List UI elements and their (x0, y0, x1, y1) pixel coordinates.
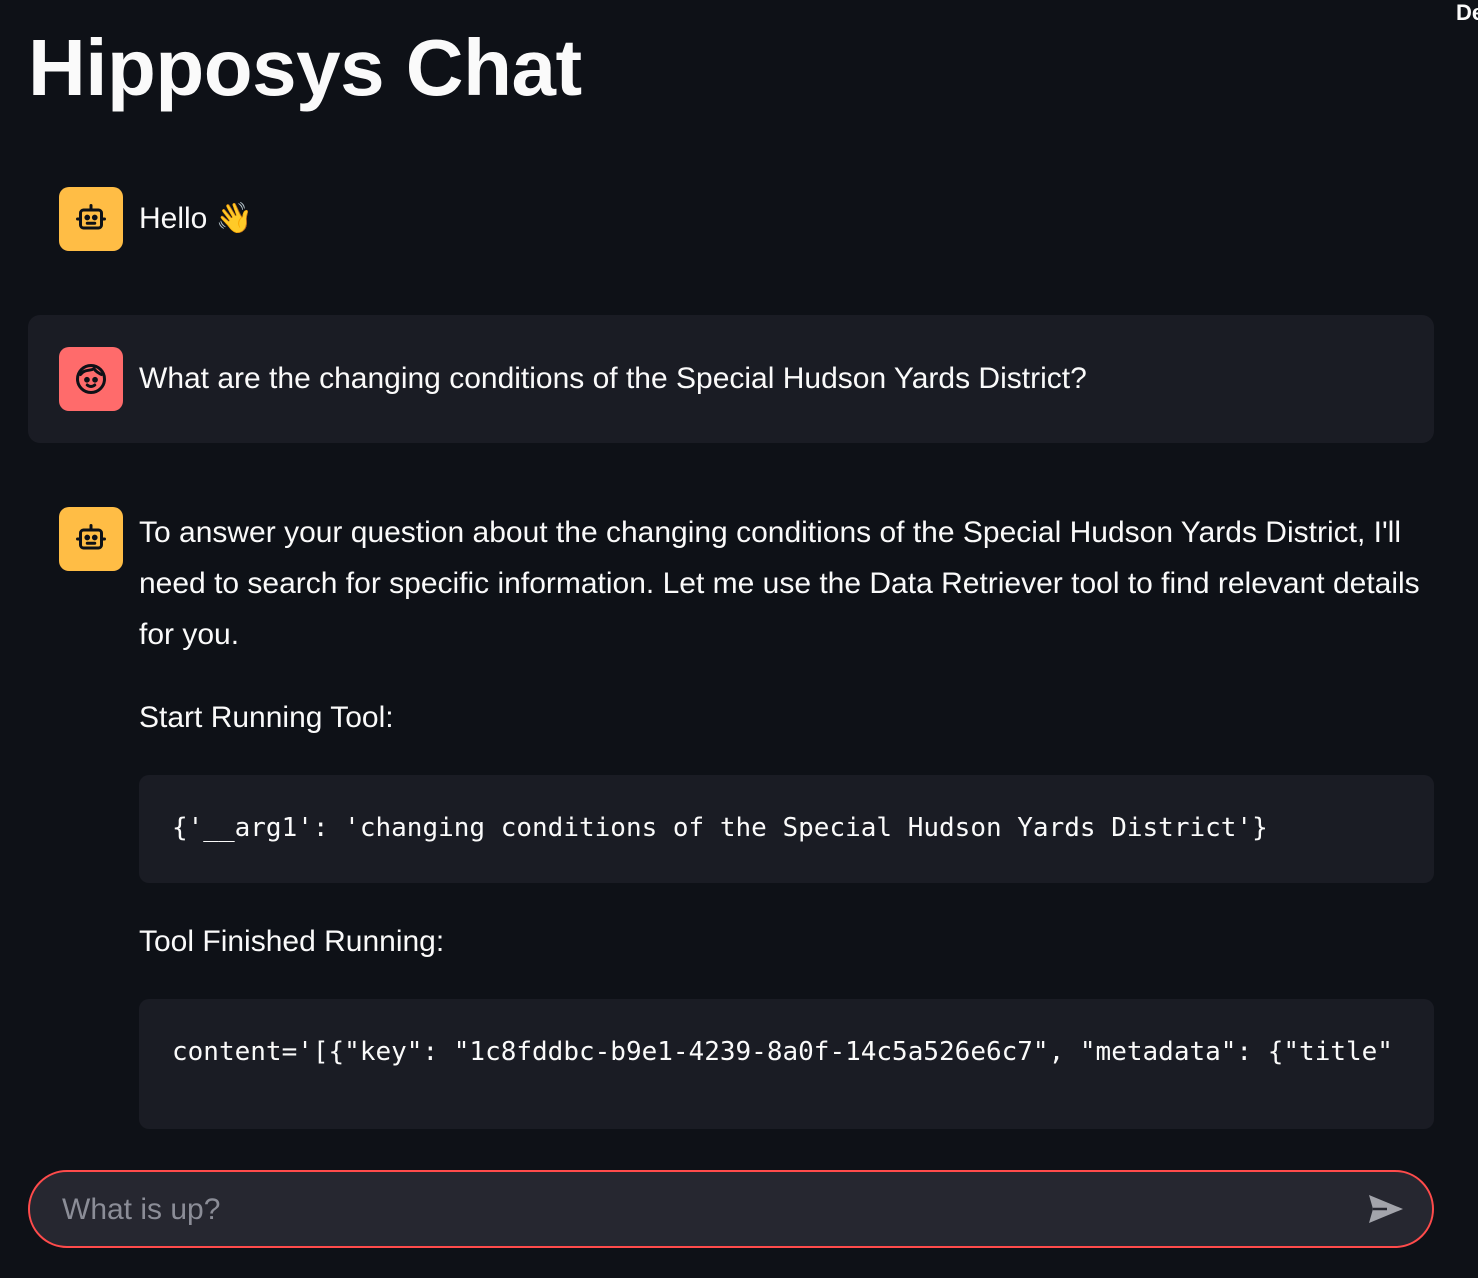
page-title: Hipposys Chat (28, 23, 582, 112)
assistant-message: To answer your question about the changi… (28, 490, 1434, 1140)
chat-app: De Hipposys Chat Hello 👋 (0, 0, 1478, 1278)
assistant-message: Hello 👋 (28, 170, 1434, 270)
chat-input[interactable] (60, 1172, 1344, 1248)
robot-icon (59, 187, 123, 251)
message-text: Hello 👋 (139, 202, 254, 235)
tool-start-label: Start Running Tool: (139, 701, 394, 734)
tool-start-code-block: {'__arg1': 'changing conditions of the S… (139, 775, 1434, 883)
robot-icon (59, 507, 123, 571)
top-right-label: De (1456, 0, 1478, 25)
tool-finished-label: Tool Finished Running: (139, 925, 445, 958)
user-message: What are the changing conditions of the … (28, 315, 1434, 443)
tool-finished-code-block[interactable]: content='[{"key": "1c8fddbc-b9e1-4239-8a… (139, 999, 1434, 1129)
send-icon (1369, 1195, 1403, 1223)
send-button[interactable] (1366, 1191, 1406, 1227)
message-text: To answer your question about the changi… (139, 516, 1420, 651)
chat-input-container (28, 1170, 1434, 1248)
tool-finished-code: content='[{"key": "1c8fddbc-b9e1-4239-8a… (172, 1037, 1393, 1067)
message-text: What are the changing conditions of the … (139, 362, 1087, 395)
face-icon (59, 347, 123, 411)
tool-start-code: {'__arg1': 'changing conditions of the S… (172, 813, 1268, 843)
